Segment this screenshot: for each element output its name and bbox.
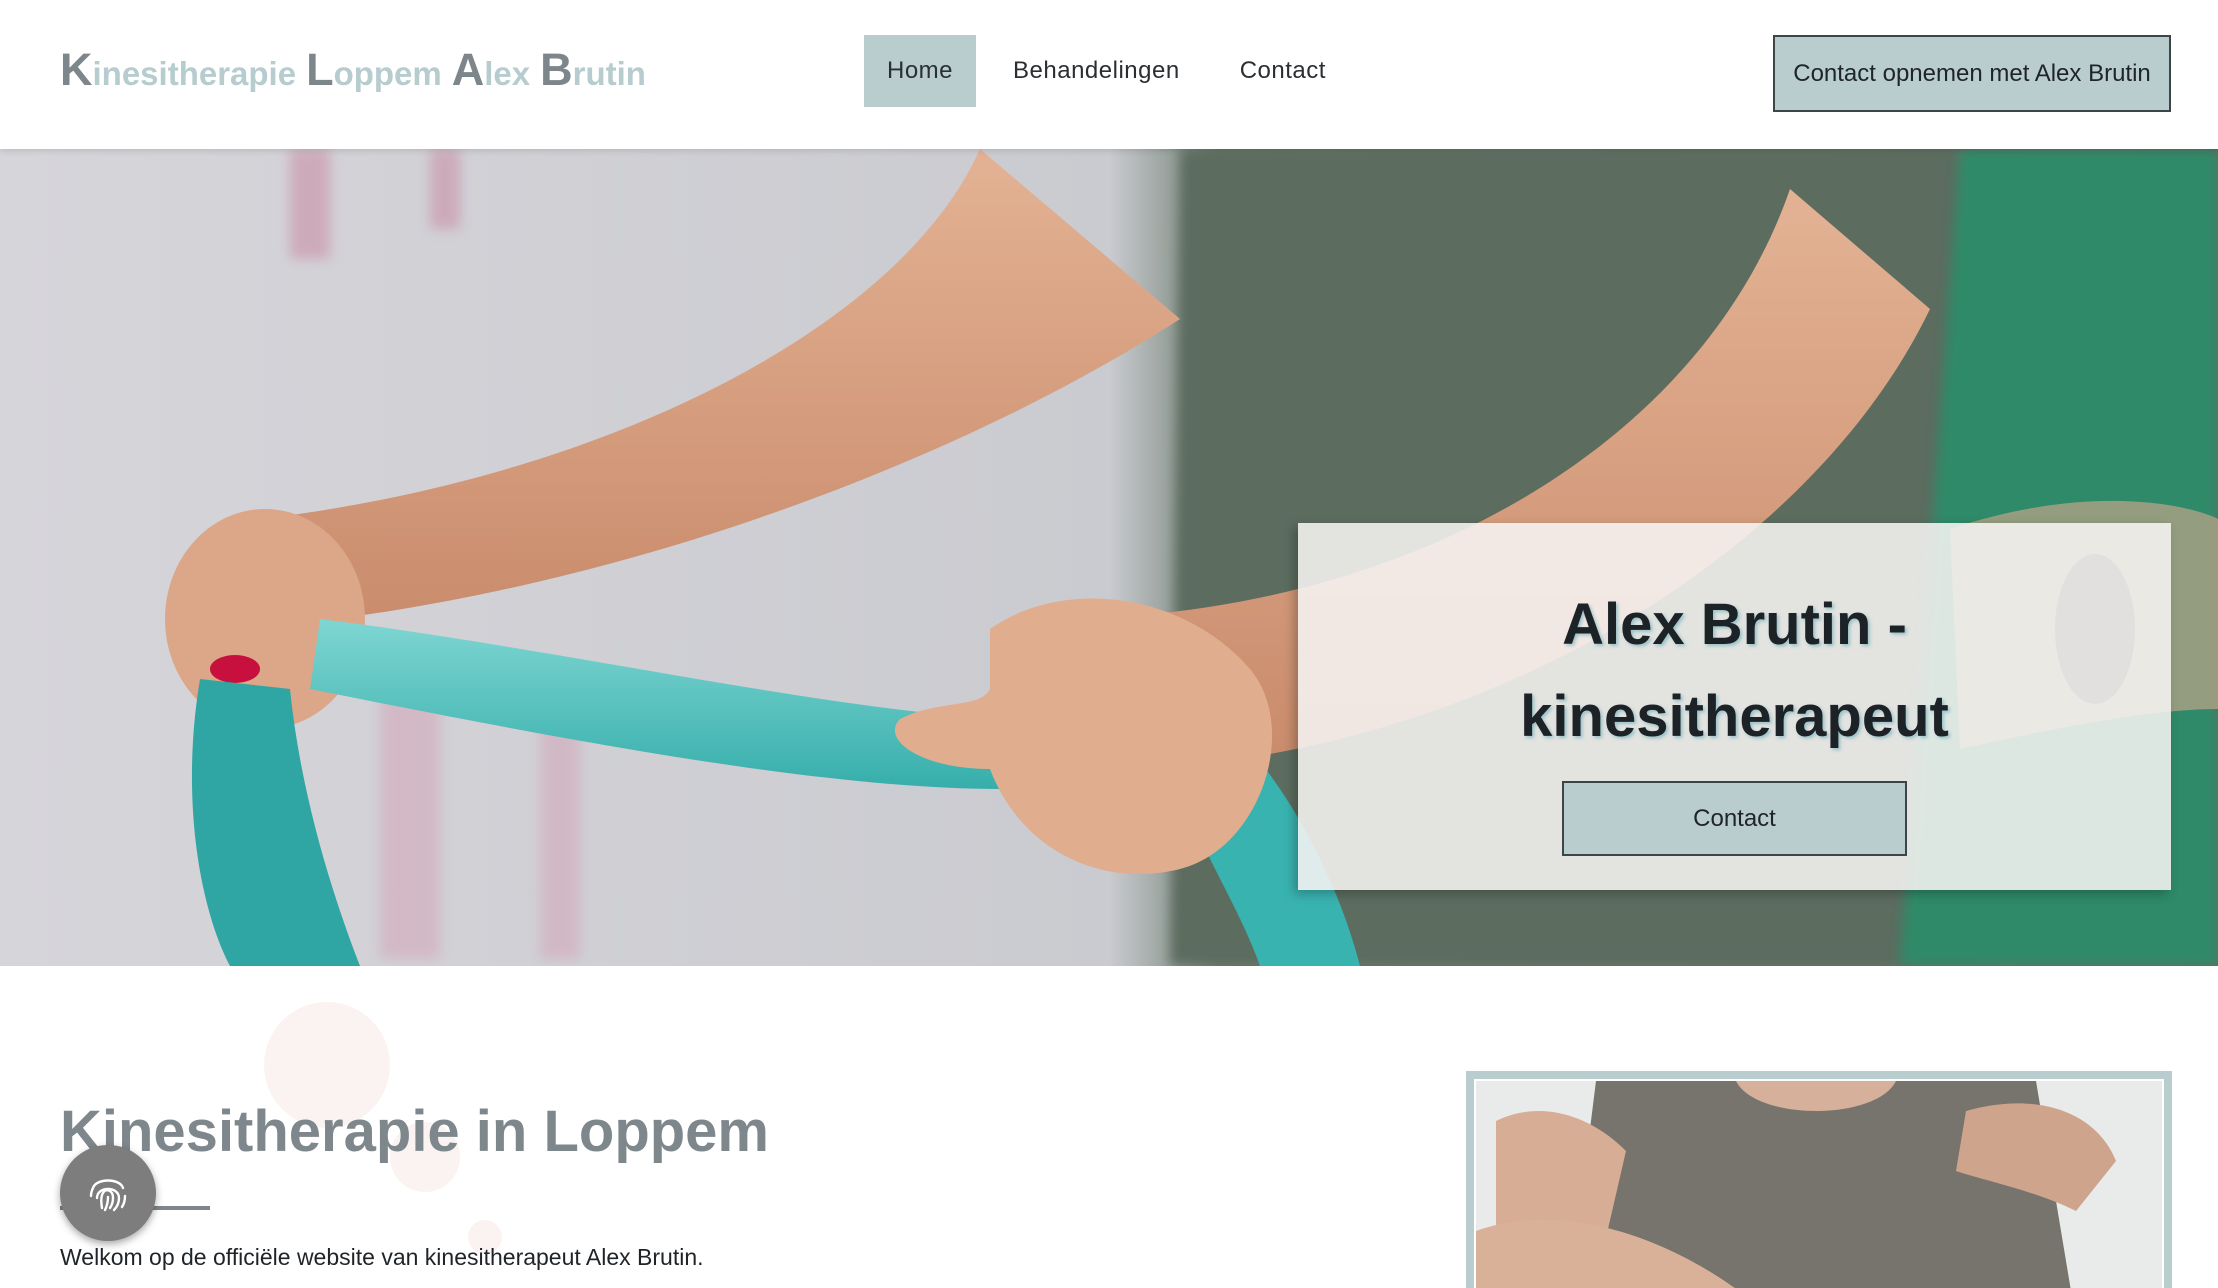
- site-header: Kinesitherapie Loppem Alex Brutin Home B…: [0, 0, 2218, 149]
- intro-photo-frame: [1466, 1071, 2172, 1288]
- logo-initial: K: [60, 44, 93, 95]
- hero-contact-button[interactable]: Contact: [1562, 781, 1907, 856]
- intro-section: Kinesitherapie in Loppem Welkom op de of…: [0, 966, 2218, 1288]
- logo-word: Alex: [452, 44, 530, 96]
- nav-item-contact[interactable]: Contact: [1217, 35, 1349, 107]
- nav-item-behandelingen[interactable]: Behandelingen: [990, 35, 1203, 107]
- hero-title-line1: Alex Brutin -: [1562, 592, 1907, 657]
- logo-rest: lex: [484, 55, 531, 92]
- contact-cta-button[interactable]: Contact opnemen met Alex Brutin: [1773, 35, 2171, 112]
- logo-initial: L: [306, 44, 334, 95]
- hero-title: Alex Brutin - kinesitherapeut: [1385, 579, 2085, 763]
- intro-photo: [1474, 1079, 2164, 1288]
- cookie-consent-button[interactable]: [60, 1145, 156, 1241]
- intro-text: Welkom op de officiële website van kines…: [60, 1244, 704, 1270]
- logo-word: Loppem: [306, 44, 442, 96]
- hero-title-line2: kinesitherapeut: [1520, 684, 1949, 749]
- fingerprint-icon: [89, 1179, 127, 1212]
- logo-rest: oppem: [333, 55, 442, 92]
- logo-initial: A: [451, 44, 485, 95]
- logo-word: Kinesitherapie: [60, 44, 296, 96]
- hero-card: Alex Brutin - kinesitherapeut Contact: [1298, 523, 2171, 890]
- logo-rest: rutin: [572, 55, 646, 92]
- logo-rest: inesitherapie: [92, 55, 297, 92]
- main-nav: Home Behandelingen Contact: [864, 35, 1363, 107]
- logo-word: Brutin: [540, 44, 646, 96]
- intro-title: Kinesitherapie in Loppem: [60, 1099, 769, 1164]
- site-logo[interactable]: Kinesitherapie Loppem Alex Brutin: [60, 44, 646, 96]
- logo-initial: B: [540, 44, 573, 95]
- nav-item-home[interactable]: Home: [864, 35, 977, 107]
- hero-section: Alex Brutin - kinesitherapeut Contact: [0, 149, 2218, 966]
